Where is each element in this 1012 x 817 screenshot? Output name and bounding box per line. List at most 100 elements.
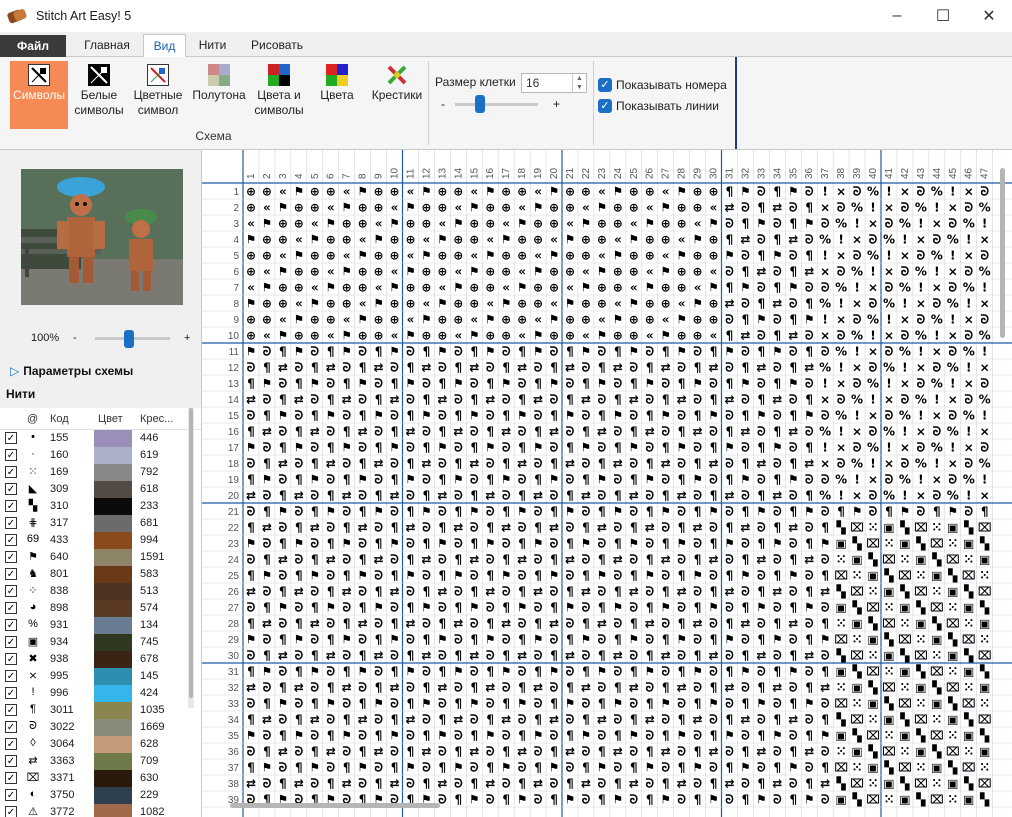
thread-checkbox[interactable]: ✓ xyxy=(5,687,17,699)
stitch-symbol: ⌧ xyxy=(946,617,960,631)
thread-row[interactable]: ✓ ¶ 3011 1035 xyxy=(0,702,201,719)
thread-checkbox[interactable]: ✓ xyxy=(5,449,17,461)
thread-color-swatch xyxy=(94,736,132,753)
tab-home[interactable]: Главная xyxy=(75,34,139,57)
header-color[interactable]: Цвет xyxy=(98,413,123,425)
thread-row[interactable]: ✓ ◐ 3750 229 xyxy=(0,787,201,804)
thread-checkbox[interactable]: ✓ xyxy=(5,670,17,682)
stitch-symbol: ⊕ xyxy=(453,233,463,247)
maximize-button[interactable]: ☐ xyxy=(920,0,966,31)
cell-size-minus[interactable]: - xyxy=(441,97,445,111)
thread-checkbox[interactable]: ✓ xyxy=(5,806,17,817)
tab-threads[interactable]: Нити xyxy=(190,34,235,57)
thread-checkbox[interactable]: ✓ xyxy=(5,636,17,648)
zoom-slider-thumb[interactable] xyxy=(123,330,134,348)
thread-row[interactable]: ✓ ⁘ 838 513 xyxy=(0,583,201,600)
thread-checkbox[interactable]: ✓ xyxy=(5,585,17,597)
stitch-symbol: ▣ xyxy=(963,537,974,551)
thread-row[interactable]: ✓ ⨯ 995 145 xyxy=(0,668,201,685)
thread-checkbox[interactable]: ✓ xyxy=(5,704,17,716)
thread-row[interactable]: ✓ ⋕ 317 681 xyxy=(0,515,201,532)
thread-row[interactable]: ✓ ♞ 801 583 xyxy=(0,566,201,583)
thread-checkbox[interactable]: ✓ xyxy=(5,534,17,546)
white-symbols-button[interactable]: Белые символы xyxy=(72,61,126,129)
stitch-symbol: ¶ xyxy=(805,297,813,311)
scheme-params-expander[interactable]: ▷ Параметры схемы xyxy=(10,364,133,378)
thread-row[interactable]: ✓! 996 424 xyxy=(0,685,201,702)
threads-scrollbar[interactable] xyxy=(188,408,194,708)
halftones-button[interactable]: Полутона xyxy=(191,61,247,129)
show-numbers-checkbox[interactable]: ✓ xyxy=(598,78,612,92)
thread-row[interactable]: ✓ ⌧ 3371 630 xyxy=(0,770,201,787)
thread-row[interactable]: ✓ 69 433 994 xyxy=(0,532,201,549)
thread-row[interactable]: ✓ ◣ 309 618 xyxy=(0,481,201,498)
pattern-grid[interactable]: 1 2 3 4 5 6 7 8 9 10 11 12 13 14 15 16 17 18 19 20 21 22 23 24 2… xyxy=(202,150,1012,817)
crosses-button[interactable]: Крестики xyxy=(368,61,426,129)
thread-checkbox[interactable]: ✓ xyxy=(5,738,17,750)
stitch-symbol: ᘐ xyxy=(454,681,463,695)
stitch-symbol: ᘐ xyxy=(438,457,447,471)
thread-checkbox[interactable]: ✓ xyxy=(5,721,17,733)
thread-row[interactable]: ✓ · 160 619 xyxy=(0,447,201,464)
stitch-symbol: ⌧ xyxy=(898,633,912,647)
thread-checkbox[interactable]: ✓ xyxy=(5,619,17,631)
zoom-plus[interactable]: + xyxy=(184,332,190,344)
thread-row[interactable]: ✓ ▚ 310 233 xyxy=(0,498,201,515)
stitch-symbol: ᘐ xyxy=(805,329,814,343)
colors-button[interactable]: Цвета xyxy=(315,61,359,129)
minimize-button[interactable]: – xyxy=(874,0,920,31)
stitch-symbol: ⚑ xyxy=(389,281,400,295)
pattern-chart[interactable]: 1 2 3 4 5 6 7 8 9 10 11 12 13 14 15 16 17 18 19 20 21 22 23 24 2… xyxy=(201,150,1012,817)
stitch-symbol: « xyxy=(375,281,383,295)
thread-checkbox[interactable]: ✓ xyxy=(5,789,17,801)
thread-row[interactable]: ✓ ▣ 934 745 xyxy=(0,634,201,651)
thread-checkbox[interactable]: ✓ xyxy=(5,772,17,784)
column-number: 35 xyxy=(788,167,799,179)
show-lines-checkbox[interactable]: ✓ xyxy=(598,99,612,113)
thread-checkbox[interactable]: ✓ xyxy=(5,500,17,512)
thread-row[interactable]: ✓% 931 134 xyxy=(0,617,201,634)
tab-view[interactable]: Вид xyxy=(143,34,186,58)
vertical-scrollbar[interactable] xyxy=(1000,168,1005,338)
thread-checkbox[interactable]: ✓ xyxy=(5,568,17,580)
threads-scrollbar-thumb[interactable] xyxy=(189,408,193,698)
thread-checkbox[interactable]: ✓ xyxy=(5,653,17,665)
zoom-minus[interactable]: - xyxy=(73,332,77,344)
thread-checkbox[interactable]: ✓ xyxy=(5,755,17,767)
thread-row[interactable]: ✓ • 155 446 xyxy=(0,430,201,447)
header-count[interactable]: Крес... xyxy=(140,413,173,425)
horizontal-scrollbar[interactable] xyxy=(230,803,440,808)
thread-checkbox[interactable]: ✓ xyxy=(5,602,17,614)
cell-size-slider-track[interactable] xyxy=(455,103,538,106)
thread-checkbox[interactable]: ✓ xyxy=(5,551,17,563)
cell-size-spinner[interactable]: 16 ▲ ▼ xyxy=(521,73,587,93)
spinner-arrows[interactable]: ▲ ▼ xyxy=(572,74,586,92)
symbols-button[interactable]: Символы xyxy=(10,61,68,129)
close-button[interactable]: ✕ xyxy=(966,0,1012,31)
tab-draw[interactable]: Рисовать xyxy=(243,34,311,57)
cell-size-slider-thumb[interactable] xyxy=(474,95,485,113)
thread-row[interactable]: ✓ ✖ 938 678 xyxy=(0,651,201,668)
thread-checkbox[interactable]: ✓ xyxy=(5,466,17,478)
stitch-symbol: ᘐ xyxy=(438,505,447,519)
thread-row[interactable]: ✓ ⚑ 640 1591 xyxy=(0,549,201,566)
thread-row[interactable]: ✓ ᘐ 3022 1669 xyxy=(0,719,201,736)
thread-row[interactable]: ✓ ◕ 898 574 xyxy=(0,600,201,617)
thread-checkbox[interactable]: ✓ xyxy=(5,483,17,495)
tab-file[interactable]: Файл xyxy=(0,35,66,57)
cell-size-plus[interactable]: + xyxy=(553,97,560,111)
color-symbols-button[interactable]: Цветные символ xyxy=(132,61,184,129)
thread-checkbox[interactable]: ✓ xyxy=(5,432,17,444)
stitch-symbol: ! xyxy=(822,377,827,391)
thread-row[interactable]: ✓ ⁙ 169 792 xyxy=(0,464,201,481)
thread-row[interactable]: ✓ ⇄ 3363 709 xyxy=(0,753,201,770)
stitch-symbol: ⇄ xyxy=(294,585,304,599)
stitch-symbol: ⊕ xyxy=(405,233,415,247)
header-code[interactable]: Код xyxy=(50,413,69,425)
thread-row[interactable]: ✓ ◊ 3064 628 xyxy=(0,736,201,753)
colors-and-symbols-button[interactable]: Цвета и символы xyxy=(252,61,306,129)
thread-checkbox[interactable]: ✓ xyxy=(5,517,17,529)
row-number: 27 xyxy=(228,603,240,614)
thread-row[interactable]: ✓ ⚠ 3772 1082 xyxy=(0,804,201,817)
header-symbol[interactable]: @ xyxy=(27,413,38,425)
